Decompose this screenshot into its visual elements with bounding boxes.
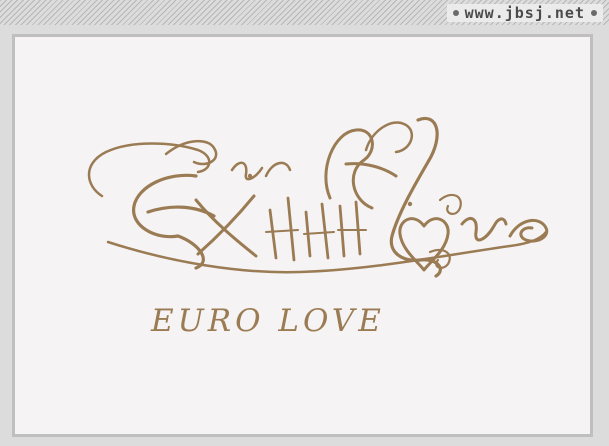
logo-caption: EURO LOVE: [151, 303, 385, 339]
calligraphic-logo: [87, 116, 549, 278]
logo-letters-ve: [460, 216, 549, 243]
logo-cross-bars: [265, 229, 367, 235]
logo-letter-x: [194, 194, 258, 258]
logo-ornament-dot: [247, 173, 253, 179]
logo-letter-l: [389, 116, 442, 278]
logo-letters-vr: [230, 161, 292, 181]
logo-flourish-left: [87, 142, 211, 198]
logo-ornament-dot: [407, 201, 413, 207]
logo-swirl-top: [438, 193, 462, 215]
logo-letter-f: [324, 128, 398, 210]
